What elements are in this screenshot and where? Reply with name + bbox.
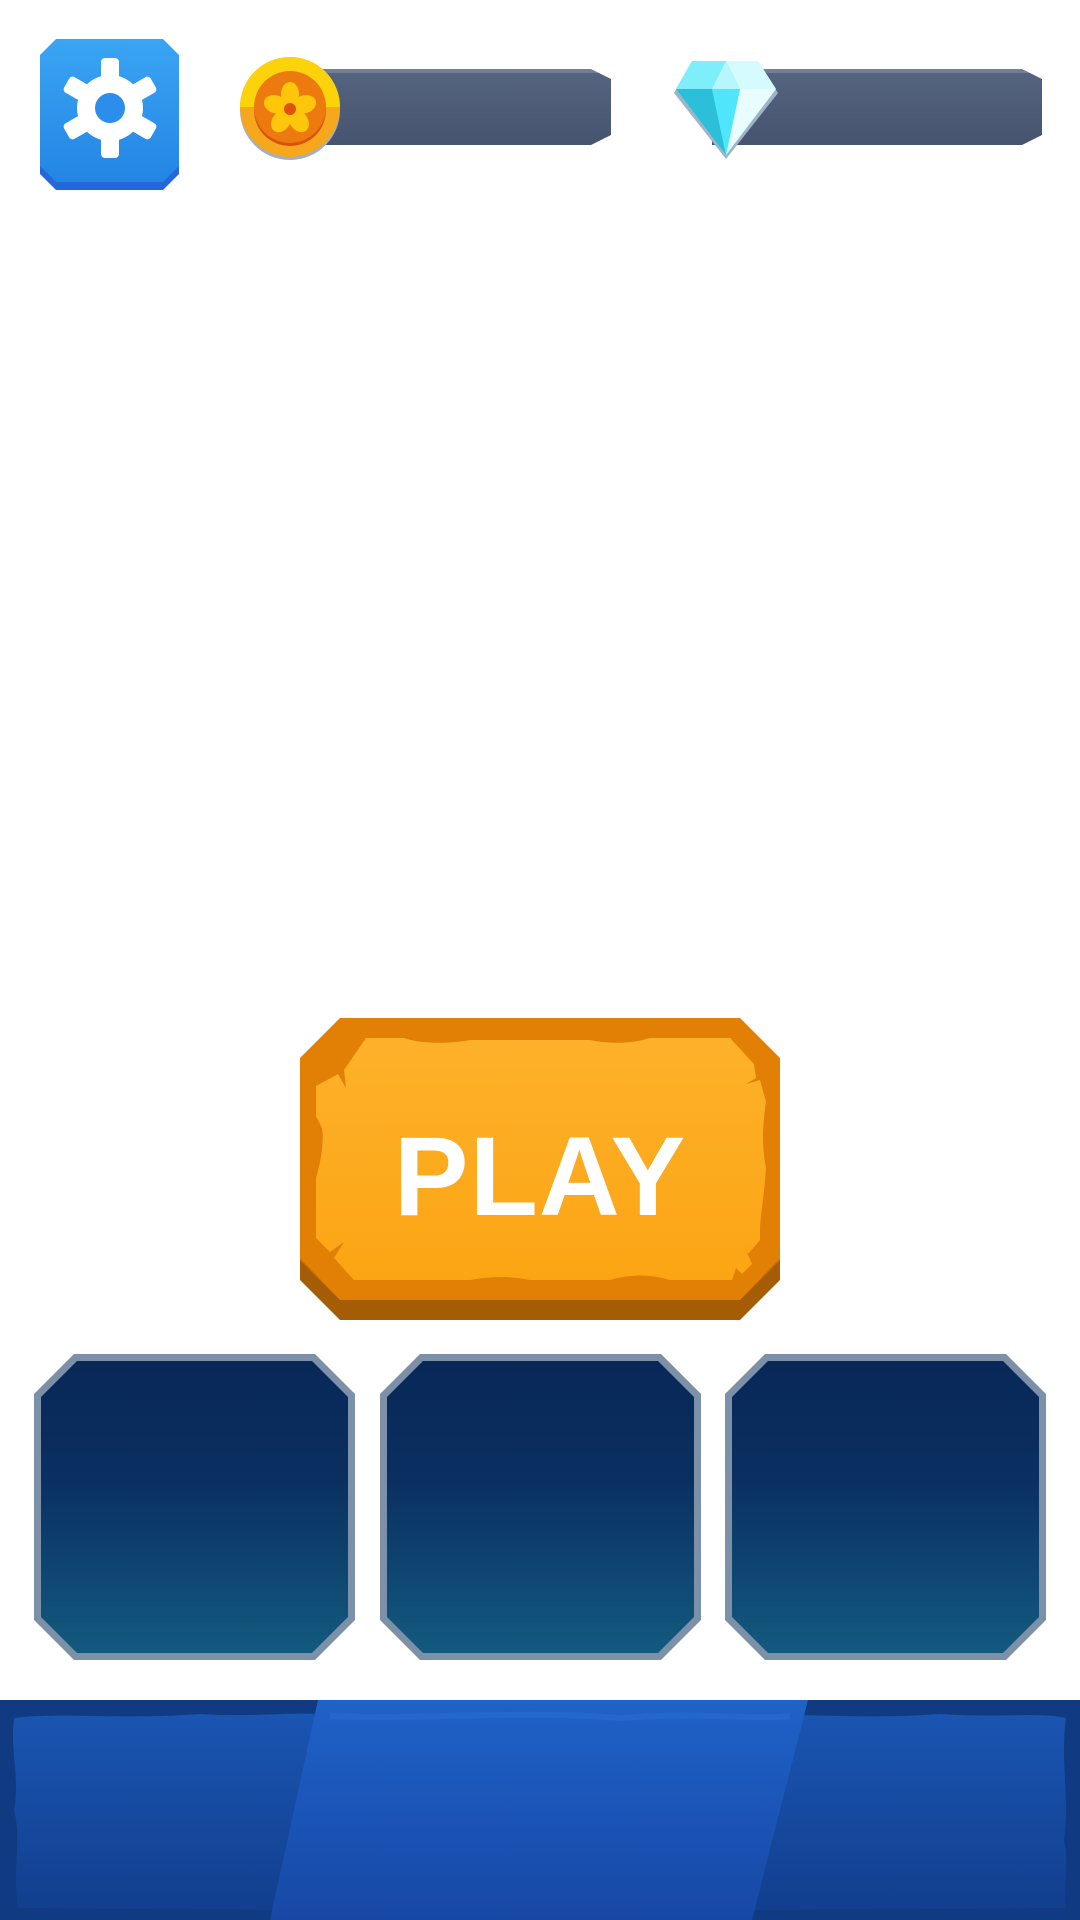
- slot-1[interactable]: [34, 1354, 355, 1660]
- coin-balance-plate: [298, 69, 611, 145]
- slot-2[interactable]: [380, 1354, 701, 1660]
- coin-flower-icon: [240, 57, 340, 160]
- bottom-nav: [0, 1700, 1080, 1920]
- nav-tab-center[interactable]: [300, 1700, 780, 1920]
- coin-balance: [238, 57, 611, 161]
- nav-tab-right[interactable]: [780, 1700, 1080, 1920]
- game-screen: { "header": { "settings_icon": "gear-ico…: [0, 0, 1080, 1920]
- play-button[interactable]: PLAY: [300, 1018, 780, 1320]
- settings-button[interactable]: [40, 39, 179, 190]
- gem-balance: [672, 57, 1042, 161]
- nav-tab-left[interactable]: [0, 1700, 300, 1920]
- play-label: PLAY: [393, 1113, 687, 1239]
- slot-3[interactable]: [725, 1354, 1046, 1660]
- diamond-icon: [674, 61, 778, 159]
